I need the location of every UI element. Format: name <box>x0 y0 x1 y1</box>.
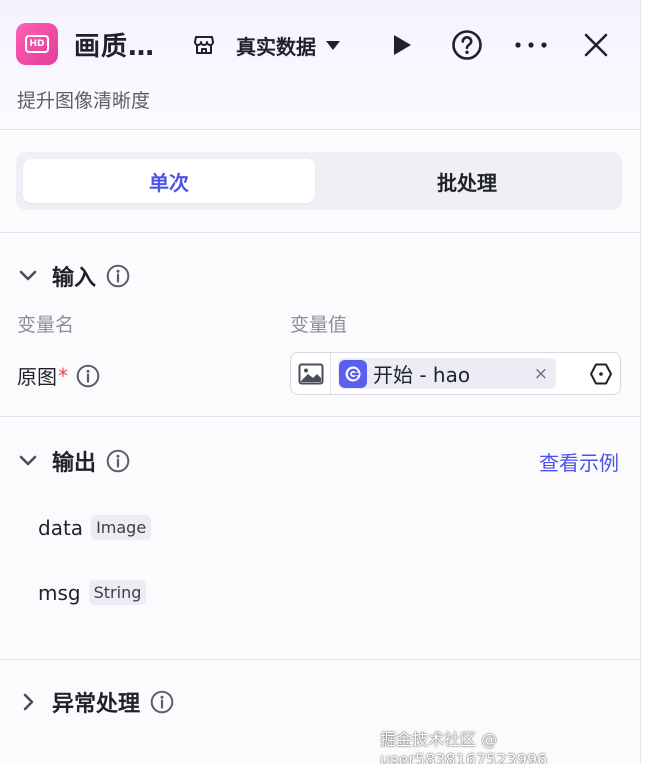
run-mode-tabs: 单次 批处理 <box>16 152 622 210</box>
input-section-header[interactable]: 输入 <box>18 260 130 292</box>
image-type-slot[interactable] <box>291 353 331 394</box>
hd-badge-label: HD <box>25 35 49 53</box>
chevron-down-icon <box>326 41 340 50</box>
variable-name-label: 原图 <box>17 365 57 389</box>
exception-section-title: 异常处理 <box>52 692 141 717</box>
reference-text: 开始 - hao <box>373 363 471 387</box>
node-config-panel: HD 画质… 真实数据 提升图像清晰度 单次 批处理 输入 变量名 变量值 原图… <box>0 0 641 764</box>
variable-value-field[interactable]: 开始 - hao × <box>290 352 621 395</box>
tab-single[interactable]: 单次 <box>23 159 315 203</box>
image-icon <box>298 363 323 384</box>
required-mark: * <box>58 363 68 388</box>
run-play-icon[interactable] <box>391 34 413 56</box>
start-node-icon <box>339 359 367 388</box>
tab-batch[interactable]: 批处理 <box>319 159 615 203</box>
help-icon[interactable] <box>451 29 483 61</box>
data-source-dropdown[interactable]: 真实数据 <box>236 31 340 60</box>
output-section-header[interactable]: 输出 <box>18 445 130 477</box>
info-icon[interactable] <box>106 449 130 473</box>
divider <box>0 659 640 660</box>
divider <box>0 416 640 417</box>
node-description: 提升图像清晰度 <box>17 90 151 112</box>
output-name: msg <box>38 580 81 605</box>
output-item: data Image <box>38 515 152 540</box>
clear-reference-icon[interactable]: × <box>534 364 548 384</box>
chevron-down-icon[interactable] <box>18 454 38 468</box>
input-variable-name: 原图 * <box>17 361 100 390</box>
output-item: msg String <box>38 580 147 605</box>
more-options-icon[interactable] <box>515 42 547 48</box>
column-header-value: 变量值 <box>290 314 348 336</box>
data-source-label: 真实数据 <box>236 35 316 59</box>
type-badge: String <box>88 580 147 605</box>
watermark: 掘金技术社区 @ user5838167523996 <box>380 730 548 764</box>
panel-header: HD 画质… 真实数据 提升图像清晰度 <box>0 0 640 130</box>
node-hd-icon: HD <box>16 23 58 65</box>
output-section-title: 输出 <box>52 451 97 476</box>
storefront-icon[interactable] <box>192 33 216 57</box>
chevron-down-icon[interactable] <box>18 269 38 283</box>
info-icon[interactable] <box>150 690 174 714</box>
view-example-link[interactable]: 查看示例 <box>539 447 619 476</box>
divider <box>0 232 640 233</box>
variable-reference-chip[interactable]: 开始 - hao × <box>338 358 556 389</box>
close-icon[interactable] <box>584 33 608 57</box>
info-icon[interactable] <box>76 364 100 388</box>
input-section-title: 输入 <box>52 266 97 291</box>
node-title[interactable]: 画质… <box>74 26 155 63</box>
column-header-name: 变量名 <box>17 314 75 336</box>
type-badge: Image <box>91 515 152 540</box>
exception-section-header[interactable]: 异常处理 <box>18 686 174 718</box>
info-icon[interactable] <box>106 264 130 288</box>
variable-picker-icon[interactable] <box>589 362 613 386</box>
chevron-right-icon[interactable] <box>18 692 38 712</box>
output-name: data <box>38 515 84 540</box>
